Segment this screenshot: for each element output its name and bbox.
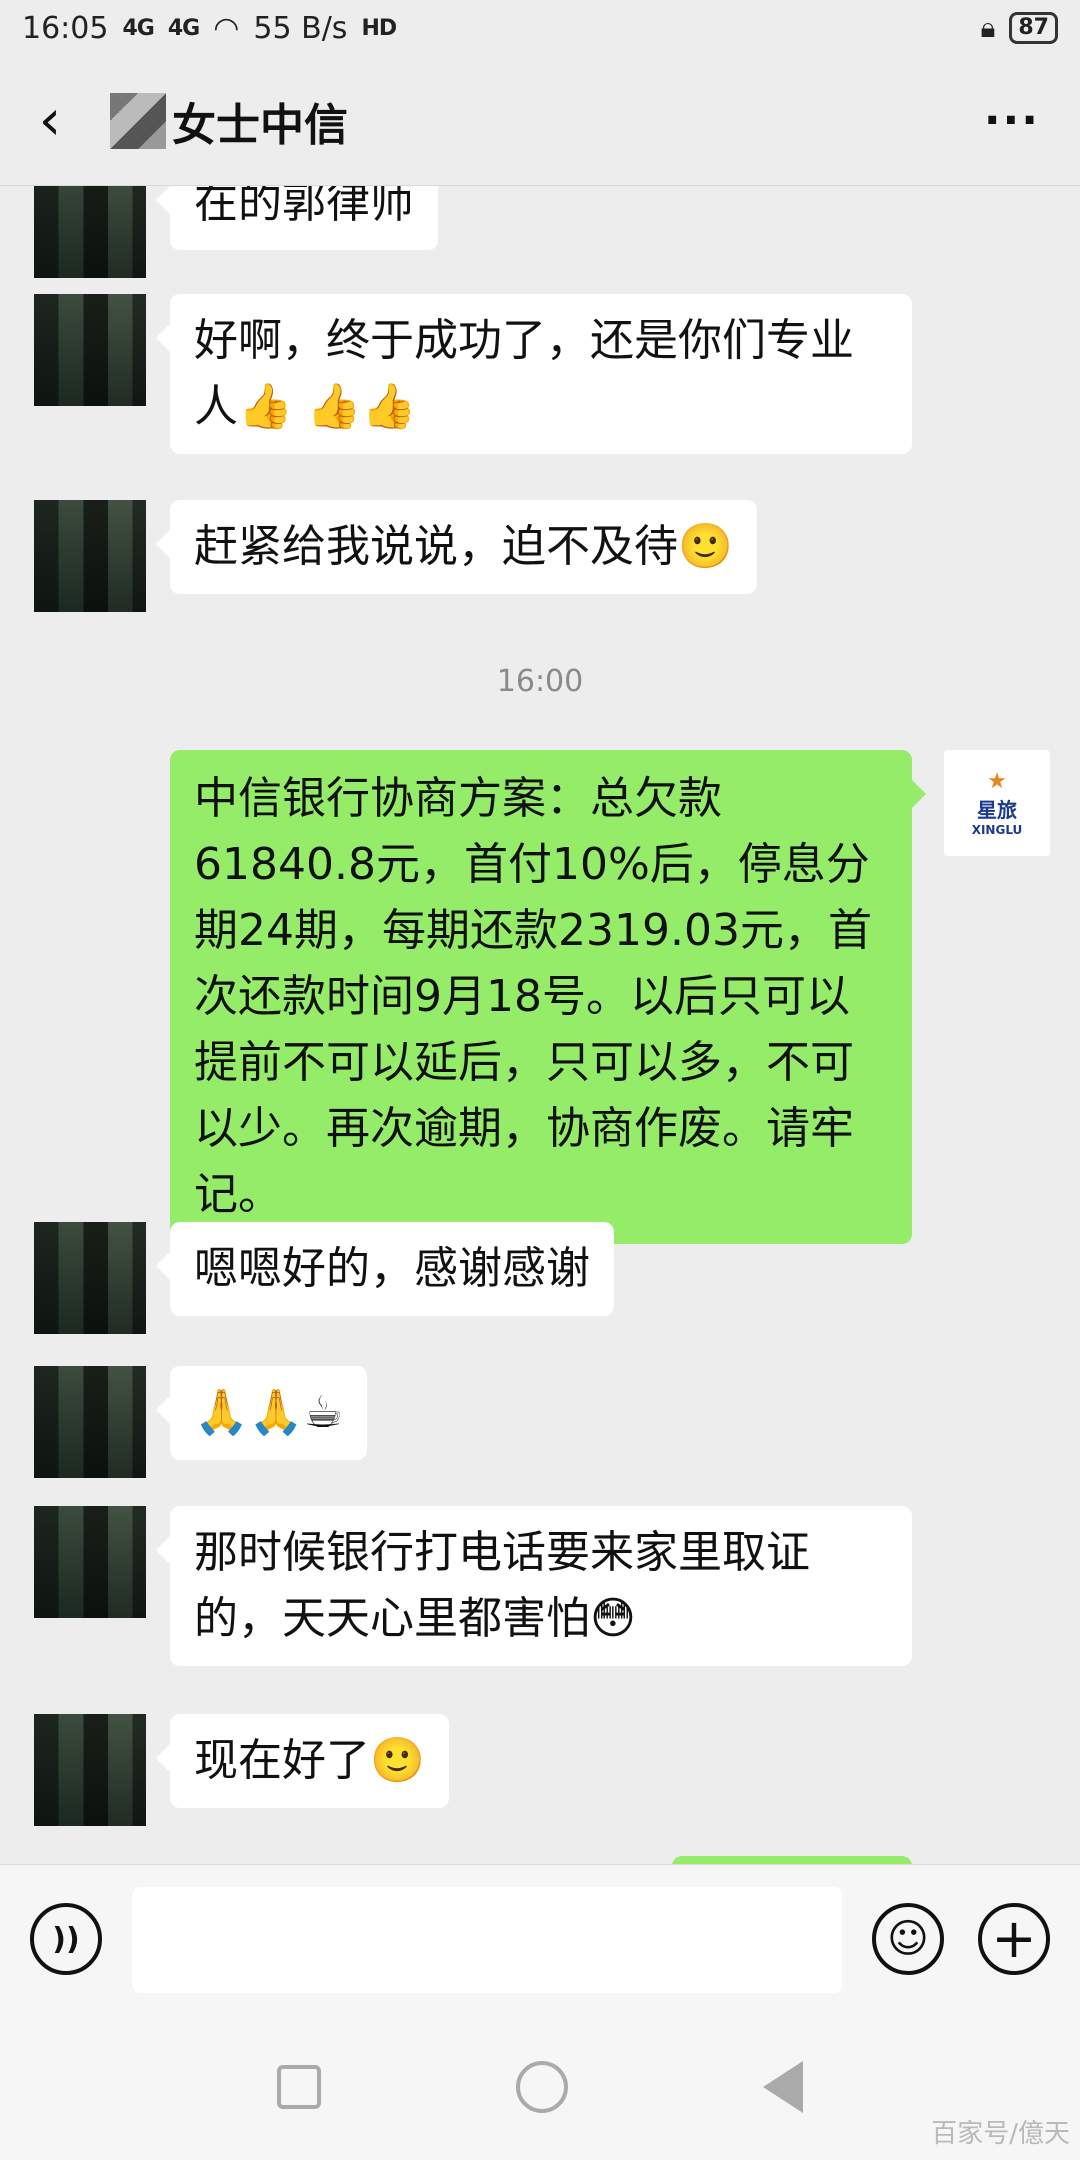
contact-avatar[interactable]	[34, 186, 146, 278]
contact-avatar[interactable]	[34, 1506, 146, 1618]
star-icon: ★	[987, 769, 1007, 794]
self-avatar[interactable]: ★ 星旅 XINGLU	[944, 750, 1050, 856]
home-icon[interactable]	[515, 2061, 568, 2113]
message-bubble[interactable]: 那时候银行打电话要来家里取证的，天天心里都害怕😳	[156, 1506, 912, 1666]
more-icon[interactable]: ···	[984, 95, 1040, 146]
contact-avatar[interactable]	[34, 1714, 146, 1826]
status-left: 16:05 4G 4G ◠ 55 B/s HD	[22, 10, 397, 46]
clock: 16:05	[22, 10, 109, 46]
contact-avatar[interactable]	[34, 1366, 146, 1478]
signal-icon-2: 4G	[167, 15, 200, 41]
battery-level: 87	[1009, 12, 1058, 44]
system-nav-bar: 百家号/億天	[0, 2014, 1080, 2160]
message-bubble[interactable]: 好啊，终于成功了，还是你们专业人👍 👍👍	[156, 294, 912, 454]
status-bar: 16:05 4G 4G ◠ 55 B/s HD 🔒︎ 87	[0, 0, 1080, 56]
brand-sub: XINGLU	[971, 823, 1023, 837]
plus-icon[interactable]: +	[978, 1903, 1050, 1975]
chat-messages[interactable]: 在的郭律师 好啊，终于成功了，还是你们专业人👍 👍👍 赶紧给我说说，迫不及待🙂 …	[0, 186, 1080, 1864]
contact-avatar[interactable]	[34, 500, 146, 612]
contact-avatar[interactable]	[34, 1222, 146, 1334]
recent-apps-icon[interactable]	[277, 2065, 322, 2109]
lock-icon: 🔒︎	[980, 11, 996, 44]
timestamp: 16:00	[496, 664, 584, 699]
network-speed: 55 B/s	[253, 10, 348, 46]
hd-icon: HD	[361, 15, 397, 41]
partial-message-bubble	[672, 1856, 912, 1864]
input-bar: )) ☺ +	[0, 1864, 1080, 2014]
message-bubble[interactable]: 🙏🙏☕	[155, 1366, 368, 1460]
message-bubble[interactable]: 现在好了🙂	[156, 1714, 449, 1808]
wifi-icon: ◠	[213, 10, 240, 46]
chevron-left-icon[interactable]: ‹	[0, 56, 100, 186]
signal-icon: 4G	[122, 15, 154, 41]
message-bubble[interactable]: 嗯嗯好的，感谢感谢	[156, 1222, 614, 1316]
chat-header: ‹ 女士中信 ···	[0, 56, 1080, 186]
chat-title: 女士中信	[172, 99, 348, 151]
contact-avatar[interactable]	[34, 294, 146, 406]
message-bubble[interactable]: 在的郭律师	[156, 186, 438, 250]
voice-icon[interactable]: ))	[30, 1903, 102, 1975]
message-bubble-self[interactable]: 中信银行协商方案：总欠款61840.8元，首付10%后，停息分期24期，每期还款…	[170, 750, 926, 1244]
blurred-name-prefix	[110, 92, 166, 149]
emoji-icon[interactable]: ☺	[872, 1903, 944, 1975]
brand-logo: 星旅	[977, 798, 1017, 822]
message-bubble[interactable]: 赶紧给我说说，迫不及待🙂	[156, 500, 757, 594]
message-input[interactable]	[132, 1887, 842, 1993]
watermark: 百家号/億天	[931, 2119, 1070, 2149]
status-right: 🔒︎ 87	[980, 11, 1058, 45]
back-icon[interactable]	[762, 2061, 803, 2113]
